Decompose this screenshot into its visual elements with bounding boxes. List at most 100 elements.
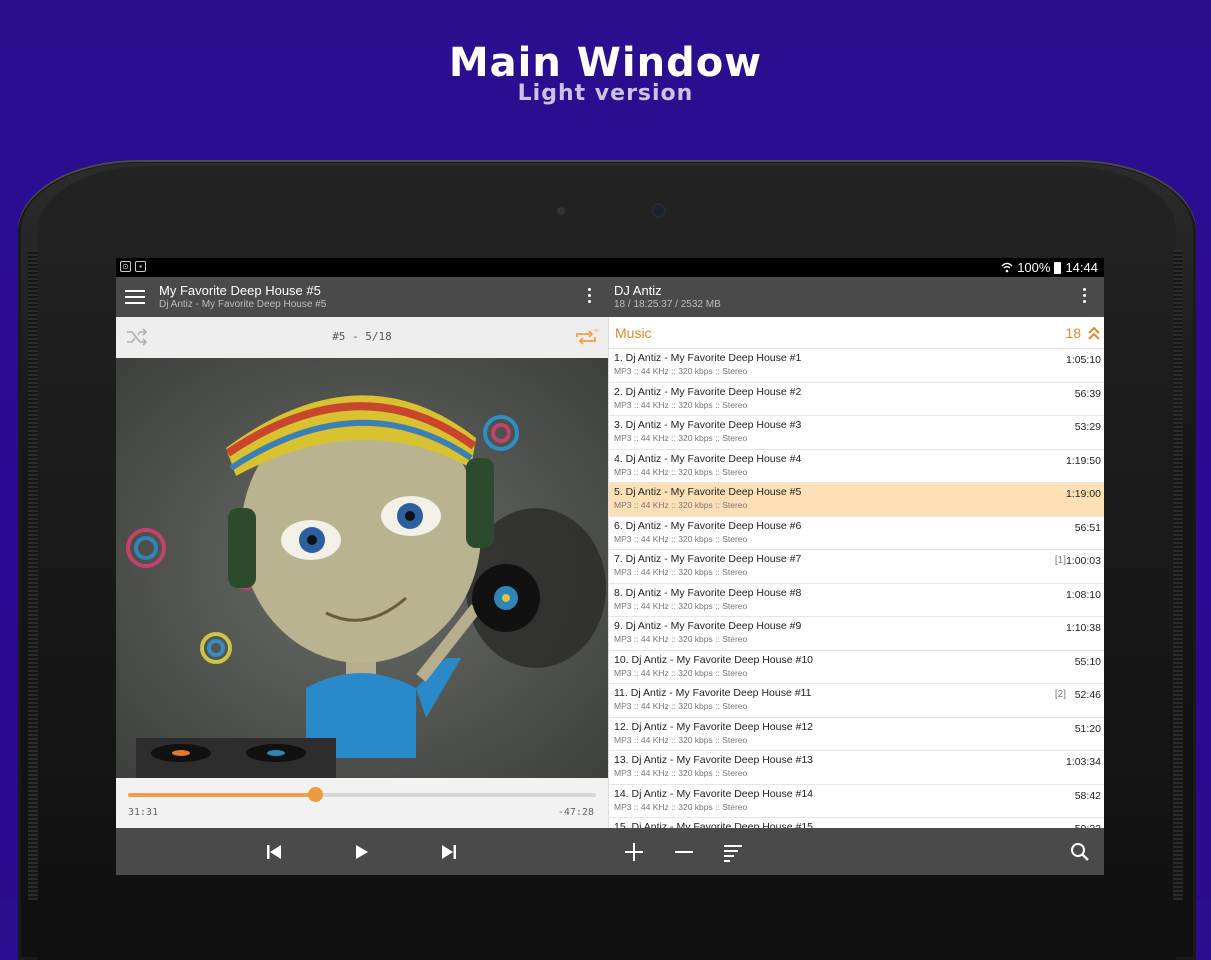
track-title: 9. Dj Antiz - My Favorite Deep House #9 <box>614 620 802 632</box>
search-icon[interactable] <box>1068 840 1092 864</box>
minus-icon[interactable] <box>672 840 696 864</box>
track-duration: 53:29 <box>1074 421 1101 433</box>
play-icon[interactable] <box>349 840 373 864</box>
track-meta: MP3 :: 44 KHz :: 320 kbps :: Stereo <box>614 734 748 745</box>
skip-previous-icon[interactable] <box>262 840 286 864</box>
seek-thumb[interactable] <box>308 787 324 802</box>
wifi-icon <box>1001 262 1013 273</box>
track-title: 15. Dj Antiz - My Favorite Deep House #1… <box>614 821 814 828</box>
track-row[interactable]: 11. Dj Antiz - My Favorite Deep House #1… <box>609 684 1104 718</box>
track-duration: 51:20 <box>1074 722 1101 735</box>
track-title: 8. Dj Antiz - My Favorite Deep House #8 <box>614 586 802 599</box>
clock: 14:44 <box>1065 260 1098 275</box>
playlist-toolbar: DJ Antiz 18 / 18:25:37 / 2532 MB <box>608 277 1104 317</box>
chevron-double-up-icon[interactable] <box>1087 325 1101 341</box>
speaker-grille-right <box>1173 250 1183 900</box>
track-duration: 1:05:10 <box>1065 354 1101 366</box>
playlist-count: 18 <box>1065 325 1081 341</box>
seek-bar-area: 31:31 -47:28 <box>116 778 608 828</box>
track-row[interactable]: 2. Dj Antiz - My Favorite Deep House #2 M… <box>609 383 1104 416</box>
playback-info-bar: #5 - 5/18 ∞ <box>116 317 608 358</box>
track-meta: MP3 :: 44 KHz :: 320 kbps :: Stereo <box>614 667 748 678</box>
banner-title: Main Window <box>448 40 763 86</box>
kebab-icon[interactable] <box>586 288 592 306</box>
track-bookmark: [1] <box>1054 555 1066 566</box>
track-meta: MP3 :: 44 KHz :: 320 kbps :: Stereo <box>614 399 748 410</box>
track-meta: MP3 :: 44 KHz :: 320 kbps :: Stereo <box>614 801 748 812</box>
track-row[interactable]: 13. Dj Antiz - My Favorite Deep House #1… <box>609 751 1104 785</box>
track-title: 5. Dj Antiz - My Favorite Deep House #5 <box>614 486 802 498</box>
track-meta: MP3 :: 44 KHz :: 320 kbps :: Stereo <box>614 466 748 477</box>
plus-icon[interactable] <box>622 840 646 864</box>
hamburger-icon[interactable] <box>125 288 145 306</box>
track-bookmark: [2] <box>1054 689 1066 700</box>
track-meta: MP3 :: 44 KHz :: 320 kbps :: Stereo <box>614 600 748 611</box>
track-meta: MP3 :: 44 KHz :: 320 kbps :: Stereo <box>614 533 748 544</box>
playlist-name[interactable]: Music <box>615 325 652 341</box>
track-row[interactable]: 8. Dj Antiz - My Favorite Deep House #8 M… <box>609 584 1104 617</box>
track-duration: 1:08:10 <box>1065 588 1101 601</box>
track-duration: 55:10 <box>1074 655 1101 668</box>
playlist-header: Music 18 <box>609 317 1104 349</box>
device-screen: ⊙ ▪ 100% 14:44 My Favorite Deep House #5… <box>116 258 1104 875</box>
track-row[interactable]: 14. Dj Antiz - My Favorite Deep House #1… <box>609 785 1104 818</box>
track-duration: 1:19:50 <box>1065 454 1101 467</box>
track-title: 14. Dj Antiz - My Favorite Deep House #1… <box>614 787 814 800</box>
track-duration: 56:51 <box>1074 521 1101 534</box>
track-title: 11. Dj Antiz - My Favorite Deep House #1… <box>614 687 812 699</box>
album-artwork <box>116 358 608 778</box>
battery-icon <box>1054 261 1062 274</box>
track-duration: 58:42 <box>1074 789 1101 802</box>
track-row[interactable]: 10. Dj Antiz - My Favorite Deep House #1… <box>609 651 1104 684</box>
track-meta: MP3 :: 44 KHz :: 320 kbps :: Stereo <box>614 567 748 577</box>
track-row[interactable]: 12. Dj Antiz - My Favorite Deep House #1… <box>609 718 1104 751</box>
track-meta: MP3 :: 44 KHz :: 320 kbps :: Stereo <box>614 500 748 510</box>
bottom-controls <box>116 828 1104 875</box>
track-title: 6. Dj Antiz - My Favorite Deep House #6 <box>614 519 802 532</box>
status-bar: ⊙ ▪ 100% 14:44 <box>116 258 1104 277</box>
track-meta: MP3 :: 44 KHz :: 320 kbps :: Stereo <box>614 366 748 376</box>
track-row[interactable]: 1. Dj Antiz - My Favorite Deep House #1 M… <box>609 349 1104 383</box>
track-position: #5 - 5/18 <box>332 330 392 343</box>
track-title: 3. Dj Antiz - My Favorite Deep House #3 <box>614 419 802 431</box>
elapsed-time: 31:31 <box>128 807 159 818</box>
track-meta: MP3 :: 44 KHz :: 320 kbps :: Stereo <box>614 768 748 778</box>
track-title: 13. Dj Antiz - My Favorite Deep House #1… <box>614 754 814 766</box>
player-toolbar: My Favorite Deep House #5 Dj Antiz - My … <box>116 277 608 317</box>
speaker-grille-left <box>28 250 38 900</box>
skip-next-icon[interactable] <box>437 840 461 864</box>
track-row[interactable]: 5. Dj Antiz - My Favorite Deep House #5 M… <box>609 483 1104 517</box>
repeat-icon[interactable]: ∞ <box>574 326 600 348</box>
now-playing-subtitle: Dj Antiz - My Favorite Deep House #5 <box>159 299 327 310</box>
track-duration: 1:00:03 <box>1065 555 1101 567</box>
playlist-panel: Music 18 1. Dj Antiz - My Favorite Deep … <box>608 317 1104 828</box>
track-meta: MP3 :: 44 KHz :: 320 kbps :: Stereo <box>614 701 748 711</box>
battery-percent: 100% <box>1017 260 1051 275</box>
svg-text:∞: ∞ <box>594 327 599 334</box>
notification-icon: ⊙ <box>120 261 131 272</box>
track-row[interactable]: 15. Dj Antiz - My Favorite Deep House #1… <box>609 818 1104 828</box>
track-duration: 1:19:00 <box>1065 488 1101 500</box>
track-title: 2. Dj Antiz - My Favorite Deep House #2 <box>614 385 802 398</box>
track-duration: 52:46 <box>1074 689 1101 701</box>
sort-icon[interactable] <box>721 840 745 864</box>
seek-track[interactable] <box>128 787 596 802</box>
track-title: 4. Dj Antiz - My Favorite Deep House #4 <box>614 452 802 465</box>
kebab-icon[interactable] <box>1081 288 1087 306</box>
playlist-owner-title: DJ Antiz <box>614 283 662 298</box>
track-meta: MP3 :: 44 KHz :: 320 kbps :: Stereo <box>614 634 748 644</box>
app-toolbar: My Favorite Deep House #5 Dj Antiz - My … <box>116 277 1104 317</box>
track-row[interactable]: 3. Dj Antiz - My Favorite Deep House #3 M… <box>609 416 1104 450</box>
track-row[interactable]: 4. Dj Antiz - My Favorite Deep House #4 M… <box>609 450 1104 483</box>
track-row[interactable]: 6. Dj Antiz - My Favorite Deep House #6 M… <box>609 517 1104 550</box>
banner-subtitle: Light version <box>517 81 694 106</box>
track-row[interactable]: 9. Dj Antiz - My Favorite Deep House #9 M… <box>609 617 1104 651</box>
now-playing-title: My Favorite Deep House #5 <box>159 283 321 298</box>
track-title: 7. Dj Antiz - My Favorite Deep House #7 <box>614 553 802 565</box>
track-meta: MP3 :: 44 KHz :: 320 kbps :: Stereo <box>614 433 748 443</box>
track-title: 10. Dj Antiz - My Favorite Deep House #1… <box>614 653 814 666</box>
track-row[interactable]: 7. Dj Antiz - My Favorite Deep House #7 M… <box>609 550 1104 584</box>
front-camera <box>653 205 664 216</box>
track-title: 12. Dj Antiz - My Favorite Deep House #1… <box>614 720 814 733</box>
track-duration: 56:39 <box>1074 387 1101 400</box>
